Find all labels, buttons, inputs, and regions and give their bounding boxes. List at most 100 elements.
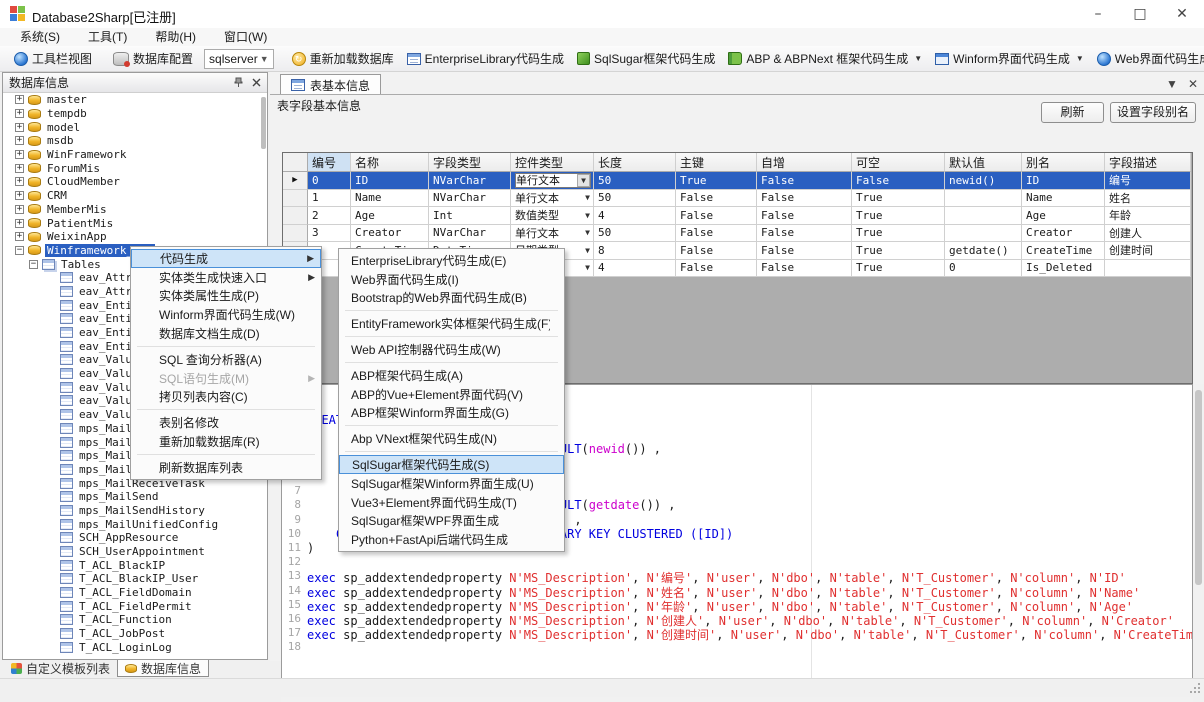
grid-cell[interactable]: Name: [1022, 190, 1105, 208]
grid-row-selector[interactable]: [283, 190, 308, 208]
grid-cell[interactable]: 50: [594, 190, 676, 208]
context-menu-item[interactable]: SQL 查询分析器(A): [131, 350, 321, 369]
scrollbar-thumb[interactable]: [1195, 390, 1202, 585]
resize-grip[interactable]: [1198, 691, 1200, 693]
grid-cell[interactable]: 0: [945, 260, 1022, 278]
grid-cell[interactable]: Creator: [351, 225, 429, 243]
toolbar-view-button[interactable]: 工具栏视图: [12, 48, 94, 70]
context-menu-item[interactable]: Python+FastApi后端代码生成: [339, 530, 564, 549]
grid-cell[interactable]: True: [852, 207, 945, 225]
tree-item[interactable]: +msdb: [3, 134, 259, 148]
grid-column-header[interactable]: 长度: [594, 153, 676, 172]
toolbar-abp-button[interactable]: ABP & ABPNext 框架代码生成▼: [726, 48, 924, 70]
tree-item[interactable]: T_ACL_LoginLog: [3, 641, 259, 655]
grid-cell[interactable]: ID: [1022, 172, 1105, 190]
grid-cell[interactable]: 单行文本▼: [511, 225, 594, 243]
grid-cell[interactable]: False: [676, 260, 757, 278]
tree-item[interactable]: T_ACL_BlackIP_User: [3, 572, 259, 586]
context-menu-item[interactable]: 拷贝列表内容(C): [131, 388, 321, 407]
expand-icon[interactable]: +: [15, 191, 24, 200]
grid-cell[interactable]: True: [676, 172, 757, 190]
grid-cell[interactable]: 创建人: [1105, 225, 1191, 243]
grid-cell[interactable]: [945, 207, 1022, 225]
context-menu-item[interactable]: ABP框架Winform界面生成(G): [339, 404, 564, 423]
menubar-item[interactable]: 工具(T): [74, 28, 141, 46]
grid-cell[interactable]: [945, 225, 1022, 243]
pin-icon[interactable]: [233, 77, 244, 88]
grid-column-header[interactable]: 可空: [852, 153, 945, 172]
context-menu-item[interactable]: EntityFramework实体框架代码生成(F): [339, 314, 564, 333]
grid-cell[interactable]: Name: [351, 190, 429, 208]
grid-cell[interactable]: False: [676, 225, 757, 243]
combo-dropdown-icon[interactable]: ▼: [577, 174, 590, 187]
grid-row[interactable]: 1NameNVarChar单行文本▼50FalseFalseTrueName姓名: [283, 190, 1192, 208]
tree-item[interactable]: T_ACL_JobPost: [3, 627, 259, 641]
grid-cell[interactable]: False: [757, 225, 852, 243]
grid-column-header[interactable]: 别名: [1022, 153, 1105, 172]
menubar-item[interactable]: 帮助(H): [141, 28, 210, 46]
grid-column-header[interactable]: 自增: [757, 153, 852, 172]
tree-item[interactable]: T_ACL_FieldPermit: [3, 599, 259, 613]
grid-cell[interactable]: 3: [308, 225, 351, 243]
tree-item[interactable]: SCH_AppResource: [3, 531, 259, 545]
grid-column-header[interactable]: 编号: [308, 153, 351, 172]
grid-column-header[interactable]: 字段类型: [429, 153, 511, 172]
tree-item[interactable]: +WeixinApp: [3, 230, 259, 244]
grid-cell[interactable]: Age: [1022, 207, 1105, 225]
editor-vertical-scrollbar[interactable]: [1193, 384, 1204, 687]
control-type-combo[interactable]: 单行文本▼: [515, 173, 591, 188]
tree-item[interactable]: T_ACL_Function: [3, 613, 259, 627]
context-menu-item[interactable]: 重新加载数据库(R): [131, 432, 321, 451]
context-menu-item[interactable]: Vue3+Element界面代码生成(T): [339, 493, 564, 512]
grid-column-header[interactable]: 字段描述: [1105, 153, 1191, 172]
grid-cell[interactable]: False: [676, 207, 757, 225]
grid-cell[interactable]: False: [757, 172, 852, 190]
tree-item[interactable]: T_ACL_BlackIP: [3, 558, 259, 572]
grid-row-selector[interactable]: ▶: [283, 172, 308, 190]
menubar-item[interactable]: 系统(S): [6, 28, 74, 46]
context-menu-item[interactable]: SqlSugar框架WPF界面生成: [339, 512, 564, 531]
refresh-button[interactable]: 刷新: [1041, 102, 1104, 123]
close-button[interactable]: ✕: [1160, 0, 1204, 28]
toolbar-web-button[interactable]: Web界面代码生成▼: [1095, 48, 1204, 70]
grid-cell[interactable]: 4: [594, 207, 676, 225]
tree-item[interactable]: +master: [3, 93, 259, 107]
maximize-button[interactable]: □: [1118, 0, 1162, 28]
grid-cell[interactable]: 8: [594, 242, 676, 260]
control-type-combo[interactable]: 单行文本▼: [515, 190, 593, 207]
toolbar-sqlsugar-button[interactable]: SqlSugar框架代码生成: [575, 48, 717, 70]
tree-item[interactable]: +ForumMis: [3, 161, 259, 175]
context-menu-item[interactable]: EnterpriseLibrary代码生成(E): [339, 251, 564, 270]
grid-cell[interactable]: False: [757, 242, 852, 260]
tree-item[interactable]: +MemberMis: [3, 203, 259, 217]
grid-cell[interactable]: Age: [351, 207, 429, 225]
grid-cell[interactable]: False: [757, 260, 852, 278]
grid-cell[interactable]: False: [676, 242, 757, 260]
document-close-icon[interactable]: ✕: [1188, 77, 1198, 91]
toolbar-reload-button[interactable]: ↻重新加载数据库: [290, 48, 396, 70]
combo-dropdown-icon[interactable]: ▼: [582, 193, 593, 202]
combo-dropdown-icon[interactable]: ▼: [582, 263, 593, 272]
tree-item[interactable]: mps_MailSend: [3, 490, 259, 504]
expand-icon[interactable]: +: [15, 205, 24, 214]
expand-icon[interactable]: +: [15, 95, 24, 104]
grid-cell[interactable]: False: [757, 190, 852, 208]
tree-item[interactable]: SCH_UserAppointment: [3, 545, 259, 559]
grid-row-selector[interactable]: [283, 225, 308, 243]
toolbar-enterpriselibrary-button[interactable]: EnterpriseLibrary代码生成: [405, 48, 566, 70]
minimize-button[interactable]: –: [1076, 0, 1120, 28]
tree-item[interactable]: +WinFramework: [3, 148, 259, 162]
grid-row[interactable]: 2AgeInt数值类型▼4FalseFalseTrueAge年龄: [283, 207, 1192, 225]
grid-cell[interactable]: NVarChar: [429, 172, 511, 190]
expand-icon[interactable]: +: [15, 177, 24, 186]
grid-cell[interactable]: CreateTime: [1022, 242, 1105, 260]
document-dropdown-icon[interactable]: ▼: [1166, 77, 1178, 91]
grid-column-header[interactable]: 主键: [676, 153, 757, 172]
grid-cell[interactable]: 单行文本▼: [511, 190, 594, 208]
context-menu-item[interactable]: Web API控制器代码生成(W): [339, 340, 564, 359]
tree-item[interactable]: mps_MailSendHistory: [3, 504, 259, 518]
expand-icon[interactable]: +: [15, 109, 24, 118]
context-menu-item[interactable]: 表别名修改: [131, 413, 321, 432]
grid-cell[interactable]: 创建时间: [1105, 242, 1191, 260]
grid-cell[interactable]: 4: [594, 260, 676, 278]
